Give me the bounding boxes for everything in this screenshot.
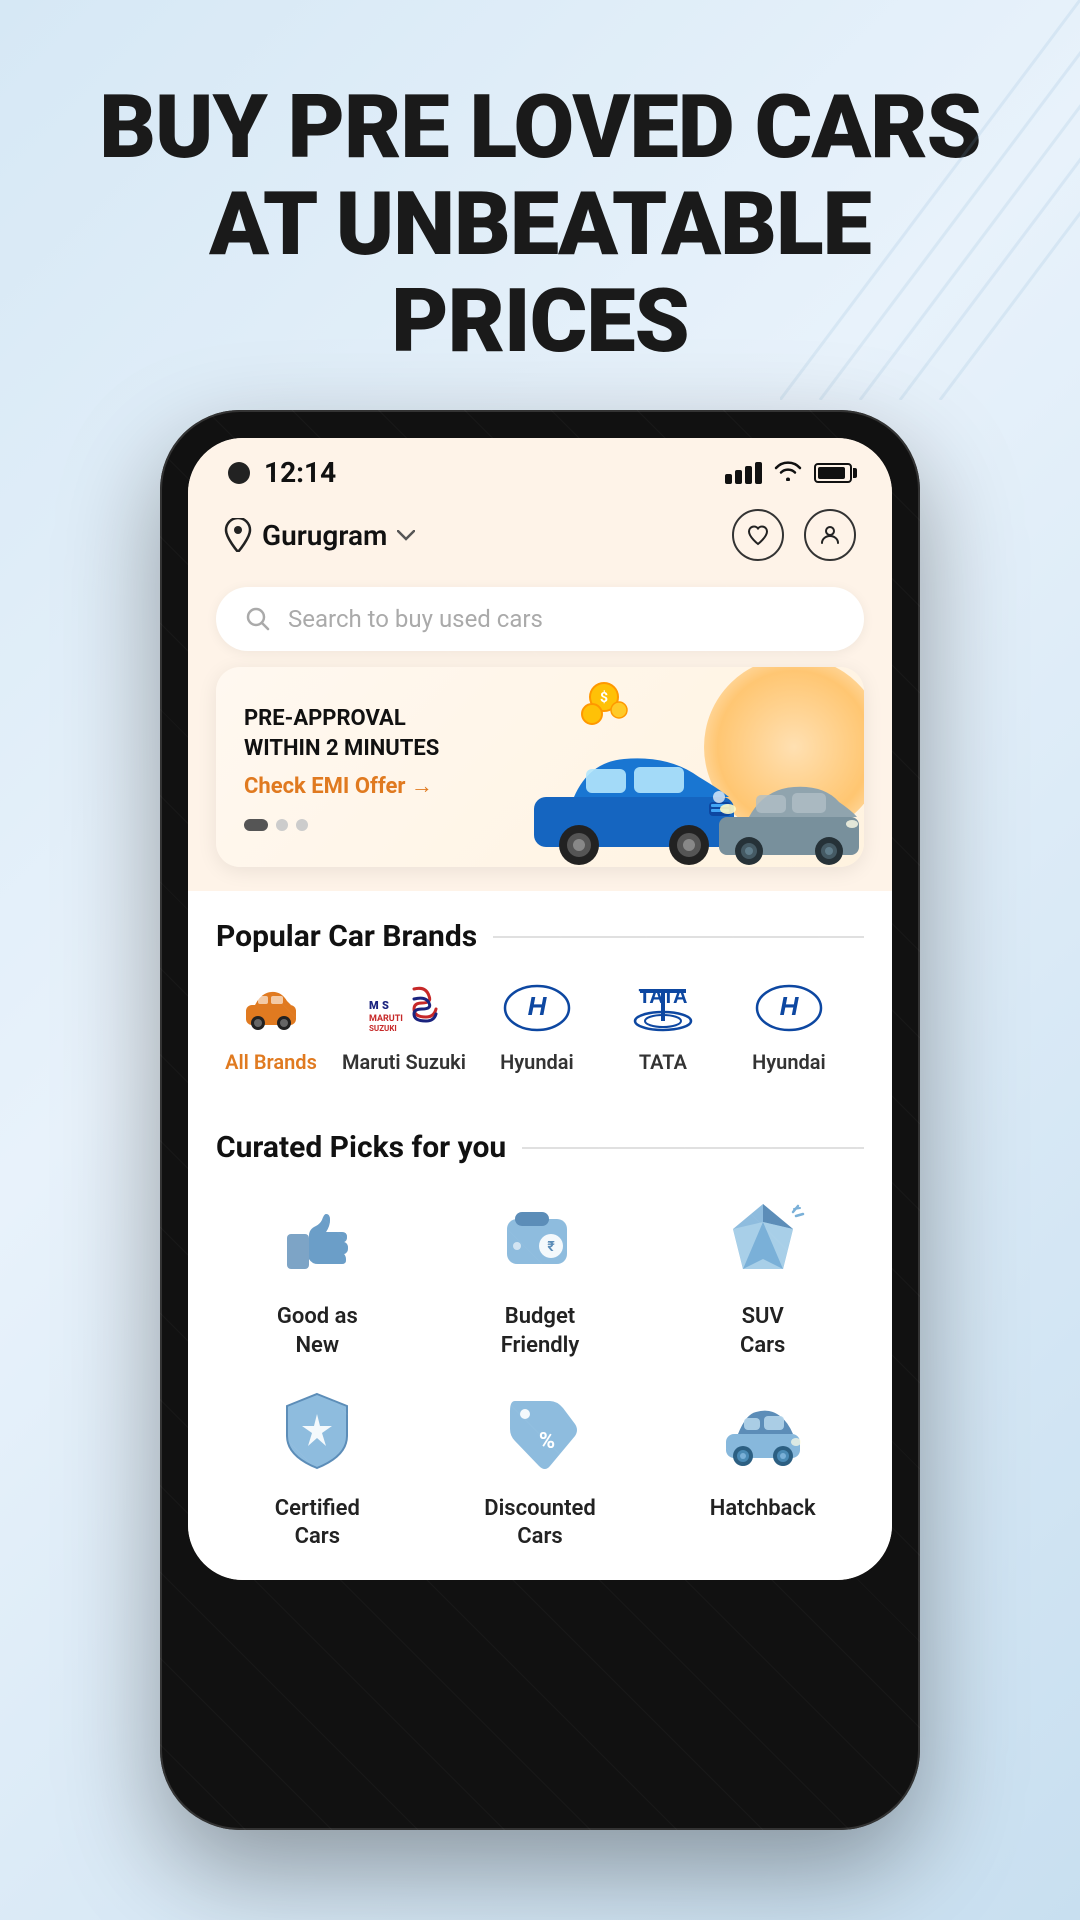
phone-screen: 12:14 xyxy=(188,438,892,1579)
blue-suv-illustration xyxy=(524,737,744,867)
svg-text:H: H xyxy=(528,991,548,1021)
wifi-icon xyxy=(774,459,802,487)
hatchback-icon xyxy=(713,1381,813,1481)
brand-name-hyundai2: Hyundai xyxy=(752,1050,826,1074)
section-divider xyxy=(493,936,864,938)
svg-text:SUZUKI: SUZUKI xyxy=(369,1024,397,1033)
status-time: 12:14 xyxy=(228,456,336,489)
location-pin-icon xyxy=(224,518,252,552)
chevron-down-icon xyxy=(397,523,415,547)
suv-cars-label: SUVCars xyxy=(740,1303,785,1360)
svg-text:TATA: TATA xyxy=(638,986,687,1008)
gold-coins-icon: $ xyxy=(564,672,644,752)
brand-item-hyundai2[interactable]: H Hyundai xyxy=(734,978,844,1074)
discounted-cars-icon: % xyxy=(490,1381,590,1481)
favorites-button[interactable] xyxy=(732,509,784,561)
curated-picks-grid: Good asNew ₹ BudgetFriend xyxy=(216,1189,864,1579)
good-as-new-label: Good asNew xyxy=(277,1303,358,1360)
svg-text:%: % xyxy=(539,1429,555,1454)
popular-brands-title: Popular Car Brands xyxy=(216,919,477,954)
hero-section: BUY PRE LOVED CARS AT UNBEATABLE PRICES xyxy=(0,0,1080,410)
search-container: Search to buy used cars xyxy=(188,577,892,667)
brand-name-tata: TATA xyxy=(639,1050,687,1074)
section-divider-2 xyxy=(522,1147,864,1149)
svg-text:MARUTI: MARUTI xyxy=(369,1014,403,1024)
signal-icon xyxy=(725,462,762,484)
brand-name-hyundai1: Hyundai xyxy=(500,1050,574,1074)
banner-title: PRE-APPROVAL WITHIN 2 MINUTES xyxy=(244,704,439,766)
status-bar: 12:14 xyxy=(188,438,892,499)
pick-hatchback[interactable]: Hatchback xyxy=(661,1381,864,1552)
brands-row: All Brands M S MARUTI SUZUKI xyxy=(216,978,864,1102)
pick-certified-cars[interactable]: CertifiedCars xyxy=(216,1381,419,1552)
location-selector[interactable]: Gurugram xyxy=(224,518,415,552)
location-name: Gurugram xyxy=(262,519,387,552)
search-icon xyxy=(244,605,272,633)
svg-text:S: S xyxy=(382,999,389,1012)
svg-text:₹: ₹ xyxy=(547,1239,555,1255)
certified-cars-label: CertifiedCars xyxy=(275,1495,360,1552)
brand-item-maruti[interactable]: M S MARUTI SUZUKI Maruti Suzuki xyxy=(342,978,466,1074)
gray-car-illustration xyxy=(714,767,864,867)
brand-name-maruti: Maruti Suzuki xyxy=(342,1050,466,1074)
svg-text:M: M xyxy=(369,999,379,1012)
brand-item-all[interactable]: All Brands xyxy=(216,978,326,1074)
top-nav: Gurugram xyxy=(188,499,892,577)
banner-cars xyxy=(524,737,864,867)
status-icons xyxy=(725,459,852,487)
maruti-logo: M S MARUTI SUZUKI xyxy=(364,978,444,1038)
certified-cars-icon xyxy=(267,1381,367,1481)
discounted-cars-label: DiscountedCars xyxy=(484,1495,595,1552)
curated-picks-section: Curated Picks for you Good asNew xyxy=(188,1102,892,1579)
phone-frame: 12:14 xyxy=(160,410,920,1830)
pick-good-as-new[interactable]: Good asNew xyxy=(216,1189,419,1360)
budget-friendly-label: BudgetFriendly xyxy=(501,1303,580,1360)
hero-title: BUY PRE LOVED CARS AT UNBEATABLE PRICES xyxy=(60,80,1020,370)
heart-icon xyxy=(746,523,770,547)
curated-picks-header: Curated Picks for you xyxy=(216,1102,864,1189)
camera-dot xyxy=(228,462,250,484)
nav-actions xyxy=(732,509,856,561)
search-bar[interactable]: Search to buy used cars xyxy=(216,587,864,651)
budget-friendly-icon: ₹ xyxy=(490,1189,590,1289)
svg-text:$: $ xyxy=(600,689,608,706)
profile-button[interactable] xyxy=(804,509,856,561)
brand-item-hyundai1[interactable]: H Hyundai xyxy=(482,978,592,1074)
hyundai2-logo: H xyxy=(749,978,829,1038)
hyundai1-logo: H xyxy=(497,978,577,1038)
dot-active xyxy=(244,819,268,831)
emi-banner[interactable]: $ PRE-APPROVAL WITHIN 2 MINUTES Check EM… xyxy=(216,667,864,867)
curated-picks-title: Curated Picks for you xyxy=(216,1130,506,1165)
search-placeholder: Search to buy used cars xyxy=(288,605,543,633)
dot-1 xyxy=(276,819,288,831)
good-as-new-icon xyxy=(267,1189,367,1289)
banner-text-block: PRE-APPROVAL WITHIN 2 MINUTES Check EMI … xyxy=(244,704,439,832)
brand-name-all: All Brands xyxy=(225,1050,317,1074)
dot-2 xyxy=(296,819,308,831)
hatchback-label: Hatchback xyxy=(710,1495,816,1524)
svg-text:H: H xyxy=(780,991,800,1021)
pick-discounted-cars[interactable]: % DiscountedCars xyxy=(439,1381,642,1552)
emi-cta-link[interactable]: Check EMI Offer → xyxy=(244,773,439,799)
suv-cars-icon xyxy=(713,1189,813,1289)
user-icon xyxy=(818,523,842,547)
brand-item-tata[interactable]: TATA TATA xyxy=(608,978,718,1074)
pick-budget-friendly[interactable]: ₹ BudgetFriendly xyxy=(439,1189,642,1360)
pick-suv-cars[interactable]: SUVCars xyxy=(661,1189,864,1360)
popular-brands-header: Popular Car Brands xyxy=(216,891,864,978)
battery-icon xyxy=(814,463,852,483)
popular-brands-section: Popular Car Brands xyxy=(188,891,892,1102)
tata-logo: TATA xyxy=(623,978,703,1038)
all-brands-logo xyxy=(231,978,311,1038)
banner-pagination xyxy=(244,819,439,831)
